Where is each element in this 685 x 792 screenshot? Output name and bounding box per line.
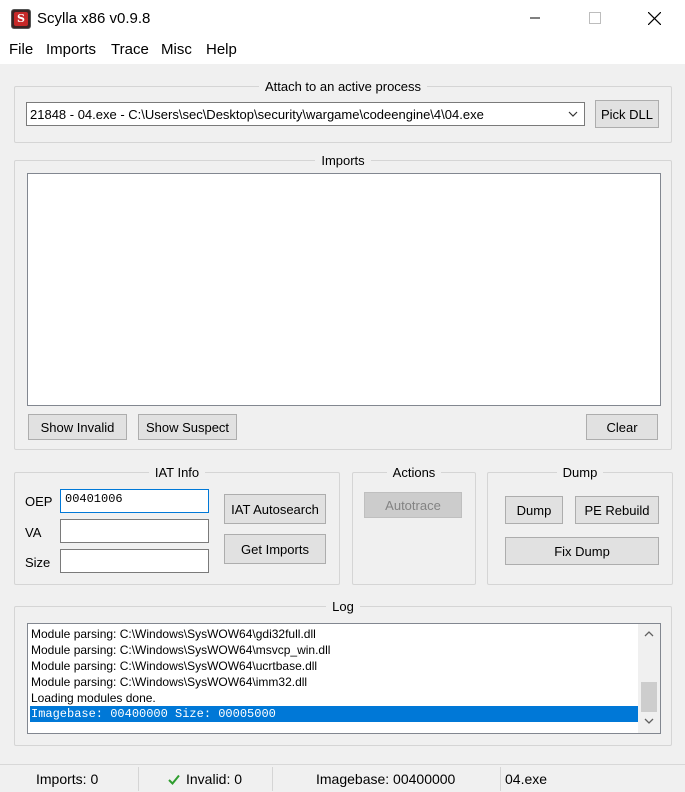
log-scroll-thumb[interactable]: [641, 682, 657, 712]
log-line: Module parsing: C:\Windows\SysWOW64\gdi3…: [31, 627, 316, 641]
log-group-label: Log: [326, 599, 360, 614]
dump-group-label: Dump: [556, 465, 604, 480]
show-invalid-button[interactable]: Show Invalid: [28, 414, 127, 440]
maximize-button[interactable]: [573, 0, 619, 38]
status-imports: Imports: 0: [36, 771, 99, 787]
status-bar: Imports: 0 Invalid: 0 Imagebase: 0040000…: [0, 764, 685, 792]
menu-bar: File Imports Trace Misc Help: [0, 38, 685, 64]
dump-group: Dump: [487, 465, 673, 585]
minimize-icon: [530, 17, 540, 19]
pick-dll-button[interactable]: Pick DLL: [595, 100, 659, 128]
scroll-down-icon: [644, 718, 654, 724]
maximize-icon: [589, 12, 601, 24]
actions-group-label: Actions: [386, 465, 442, 480]
autotrace-button[interactable]: Autotrace: [364, 492, 462, 518]
fix-dump-button[interactable]: Fix Dump: [505, 537, 659, 565]
get-imports-button[interactable]: Get Imports: [224, 534, 326, 564]
log-line: Module parsing: C:\Windows\SysWOW64\imm3…: [31, 675, 308, 689]
size-label: Size: [25, 555, 51, 570]
log-list[interactable]: Module parsing: C:\Windows\SysWOW64\gdi3…: [27, 623, 661, 734]
actions-group: Actions: [352, 465, 476, 585]
log-line-selected: Imagebase: 00400000 Size: 00005000: [30, 706, 639, 722]
menu-misc[interactable]: Misc: [161, 41, 192, 58]
va-input[interactable]: [60, 519, 209, 543]
iat-autosearch-button[interactable]: IAT Autosearch: [224, 494, 326, 524]
menu-file[interactable]: File: [9, 41, 33, 58]
show-suspect-button[interactable]: Show Suspect: [138, 414, 237, 440]
menu-help[interactable]: Help: [206, 41, 237, 58]
scroll-up-icon: [644, 631, 654, 637]
chevron-down-icon: [568, 111, 578, 117]
menu-trace[interactable]: Trace: [111, 41, 149, 58]
process-select[interactable]: 21848 - 04.exe - C:\Users\sec\Desktop\se…: [26, 102, 585, 126]
log-line: Loading modules done.: [31, 691, 156, 705]
imports-group-label: Imports: [315, 153, 371, 168]
imports-tree[interactable]: [27, 173, 661, 406]
status-module: 04.exe: [505, 771, 548, 787]
check-icon: [168, 774, 180, 785]
minimize-button[interactable]: [513, 0, 559, 38]
process-select-value: 21848 - 04.exe - C:\Users\sec\Desktop\se…: [30, 107, 484, 122]
oep-label: OEP: [25, 494, 53, 509]
log-scrollbar[interactable]: [638, 624, 660, 733]
iat-info-group-label: IAT Info: [148, 465, 206, 480]
clear-button[interactable]: Clear: [586, 414, 658, 440]
oep-input[interactable]: 00401006: [60, 489, 209, 513]
log-line: Module parsing: C:\Windows\SysWOW64\ucrt…: [31, 659, 318, 673]
status-imagebase: Imagebase: 00400000: [316, 771, 456, 787]
title-bar[interactable]: S Scylla x86 v0.9.8: [0, 0, 685, 38]
close-icon: [648, 12, 661, 25]
size-input[interactable]: [60, 549, 209, 573]
status-invalid: Invalid: 0: [186, 771, 243, 787]
window-title: Scylla x86 v0.9.8: [37, 10, 151, 27]
close-button[interactable]: [632, 0, 678, 38]
dump-button[interactable]: Dump: [505, 496, 563, 524]
log-line: Module parsing: C:\Windows\SysWOW64\msvc…: [31, 643, 331, 657]
scylla-app-icon: S: [11, 9, 31, 29]
va-label: VA: [25, 525, 42, 540]
attach-group-label: Attach to an active process: [258, 79, 428, 94]
menu-imports[interactable]: Imports: [46, 41, 96, 58]
pe-rebuild-button[interactable]: PE Rebuild: [575, 496, 659, 524]
